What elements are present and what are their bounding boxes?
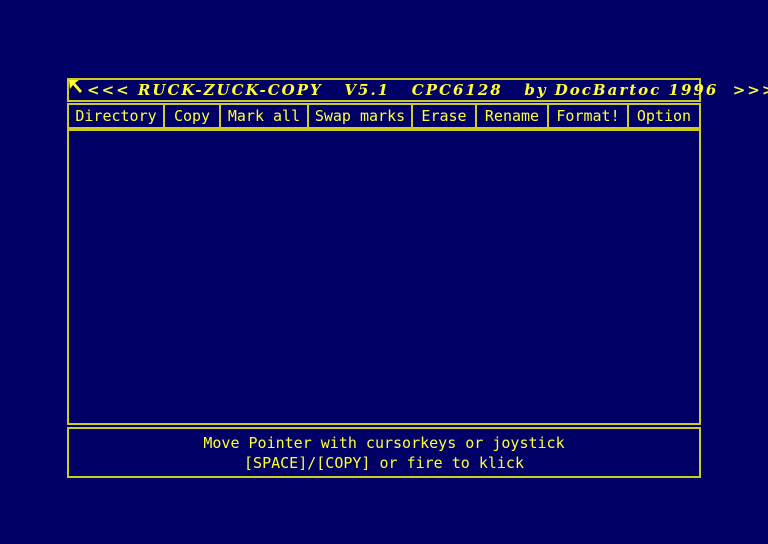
app-title: <<< RUCK-ZUCK-COPY V5.1 CPC6128 by DocBa…	[87, 81, 768, 99]
arrow-pointer-icon[interactable]	[69, 80, 83, 94]
status-panel: Move Pointer with cursorkeys or joystick…	[67, 427, 701, 478]
file-list-panel[interactable]	[67, 129, 701, 425]
menu-erase[interactable]: Erase	[413, 105, 477, 127]
status-line-1: Move Pointer with cursorkeys or joystick	[203, 434, 565, 452]
menu-directory[interactable]: Directory	[69, 105, 165, 127]
title-bar: <<< RUCK-ZUCK-COPY V5.1 CPC6128 by DocBa…	[67, 78, 768, 102]
menu-rename[interactable]: Rename	[477, 105, 549, 127]
menu-format[interactable]: Format!	[549, 105, 629, 127]
menu-option[interactable]: Option	[629, 105, 699, 127]
screen: <<< RUCK-ZUCK-COPY V5.1 CPC6128 by DocBa…	[0, 0, 768, 544]
menu-bar: Directory Copy Mark all Swap marks Erase…	[67, 103, 701, 129]
status-line-2: [SPACE]/[COPY] or fire to klick	[244, 454, 524, 472]
menu-mark-all[interactable]: Mark all	[221, 105, 309, 127]
menu-copy[interactable]: Copy	[165, 105, 221, 127]
menu-swap-marks[interactable]: Swap marks	[309, 105, 413, 127]
